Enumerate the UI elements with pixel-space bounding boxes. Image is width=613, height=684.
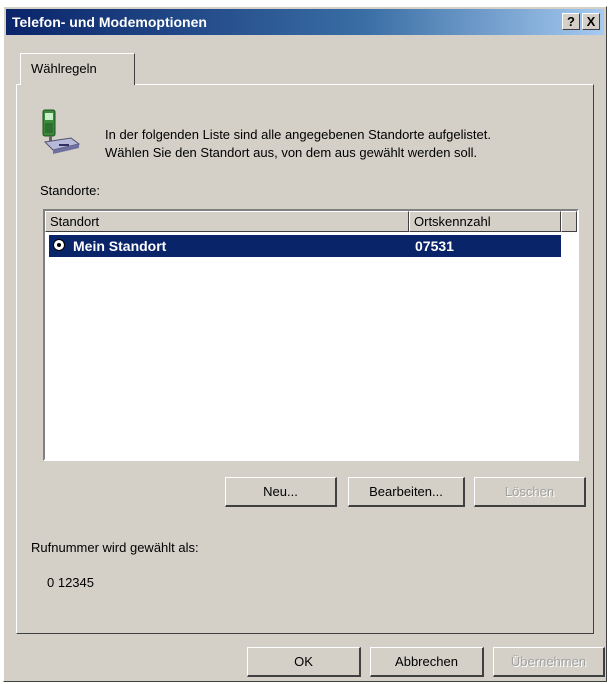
dialog-window: Telefon- und Modemoptionen ? X Wählregel…: [3, 6, 607, 682]
ok-button[interactable]: OK: [247, 647, 361, 677]
window-title: Telefon- und Modemoptionen: [12, 14, 207, 30]
location-name: Mein Standort: [73, 238, 167, 254]
phone-modem-icon: [42, 109, 81, 154]
info-text-line-1: In der folgenden Liste sind alle angegeb…: [105, 127, 491, 142]
dial-as-label: Rufnummer wird gewählt als:: [31, 540, 199, 555]
tab-waehlregeln[interactable]: Wählregeln: [20, 53, 135, 85]
list-header: Standort Ortskennzahl: [45, 211, 577, 232]
edit-location-button[interactable]: Bearbeiten...: [348, 477, 465, 507]
default-location-radio-icon: [53, 239, 65, 251]
apply-button[interactable]: Übernehmen: [493, 647, 605, 677]
locations-label: Standorte:: [40, 183, 100, 198]
column-header-ortskennzahl[interactable]: Ortskennzahl: [409, 211, 561, 232]
location-area-code: 07531: [415, 238, 454, 254]
column-header-filler: [561, 211, 577, 232]
dial-as-value: 0 12345: [47, 575, 94, 590]
close-button[interactable]: X: [582, 13, 600, 30]
locations-list[interactable]: Standort Ortskennzahl Mein Standort 0753…: [43, 209, 579, 461]
delete-location-button[interactable]: Löschen: [474, 477, 586, 507]
info-text-line-2: Wählen Sie den Standort aus, von dem aus…: [105, 145, 478, 160]
cancel-button[interactable]: Abbrechen: [370, 647, 484, 677]
tab-label: Wählregeln: [31, 61, 97, 76]
help-button[interactable]: ?: [562, 13, 580, 30]
title-bar[interactable]: Telefon- und Modemoptionen ? X: [6, 9, 604, 35]
list-item-mein-standort[interactable]: Mein Standort 07531: [49, 235, 561, 257]
new-location-button[interactable]: Neu...: [225, 477, 337, 507]
tab-panel: In der folgenden Liste sind alle angegeb…: [16, 84, 594, 634]
column-header-standort[interactable]: Standort: [45, 211, 409, 232]
